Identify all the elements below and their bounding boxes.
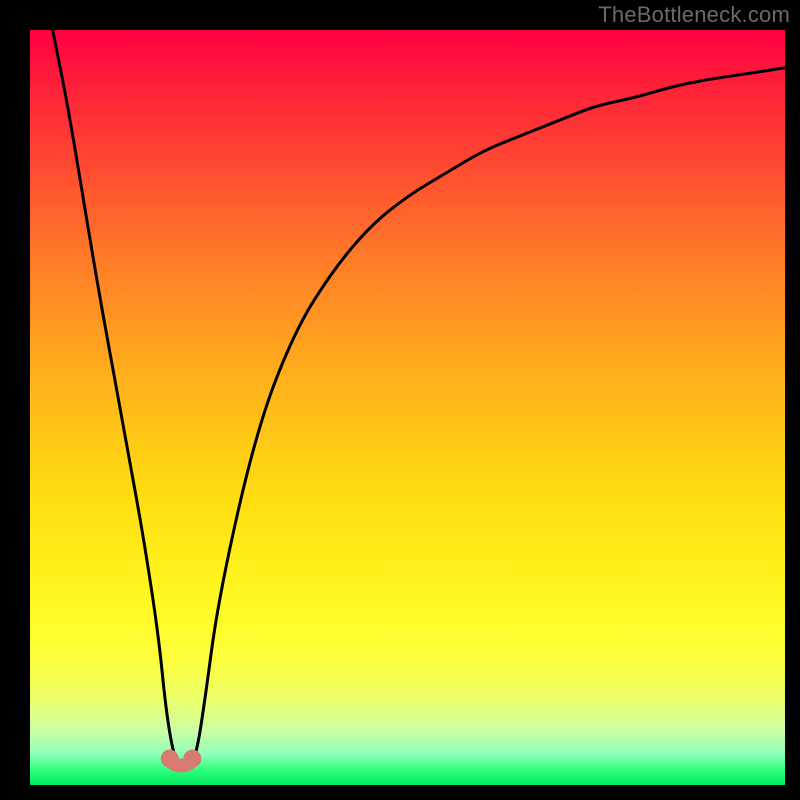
- valley-left-marker: [161, 750, 179, 768]
- watermark-text: TheBottleneck.com: [598, 2, 790, 28]
- bottleneck-curve-path: [53, 30, 785, 770]
- plot-area: [30, 30, 785, 785]
- valley-markers: [161, 750, 202, 768]
- chart-frame: TheBottleneck.com: [0, 0, 800, 800]
- valley-right-marker: [183, 750, 201, 768]
- curve-layer: [30, 30, 785, 785]
